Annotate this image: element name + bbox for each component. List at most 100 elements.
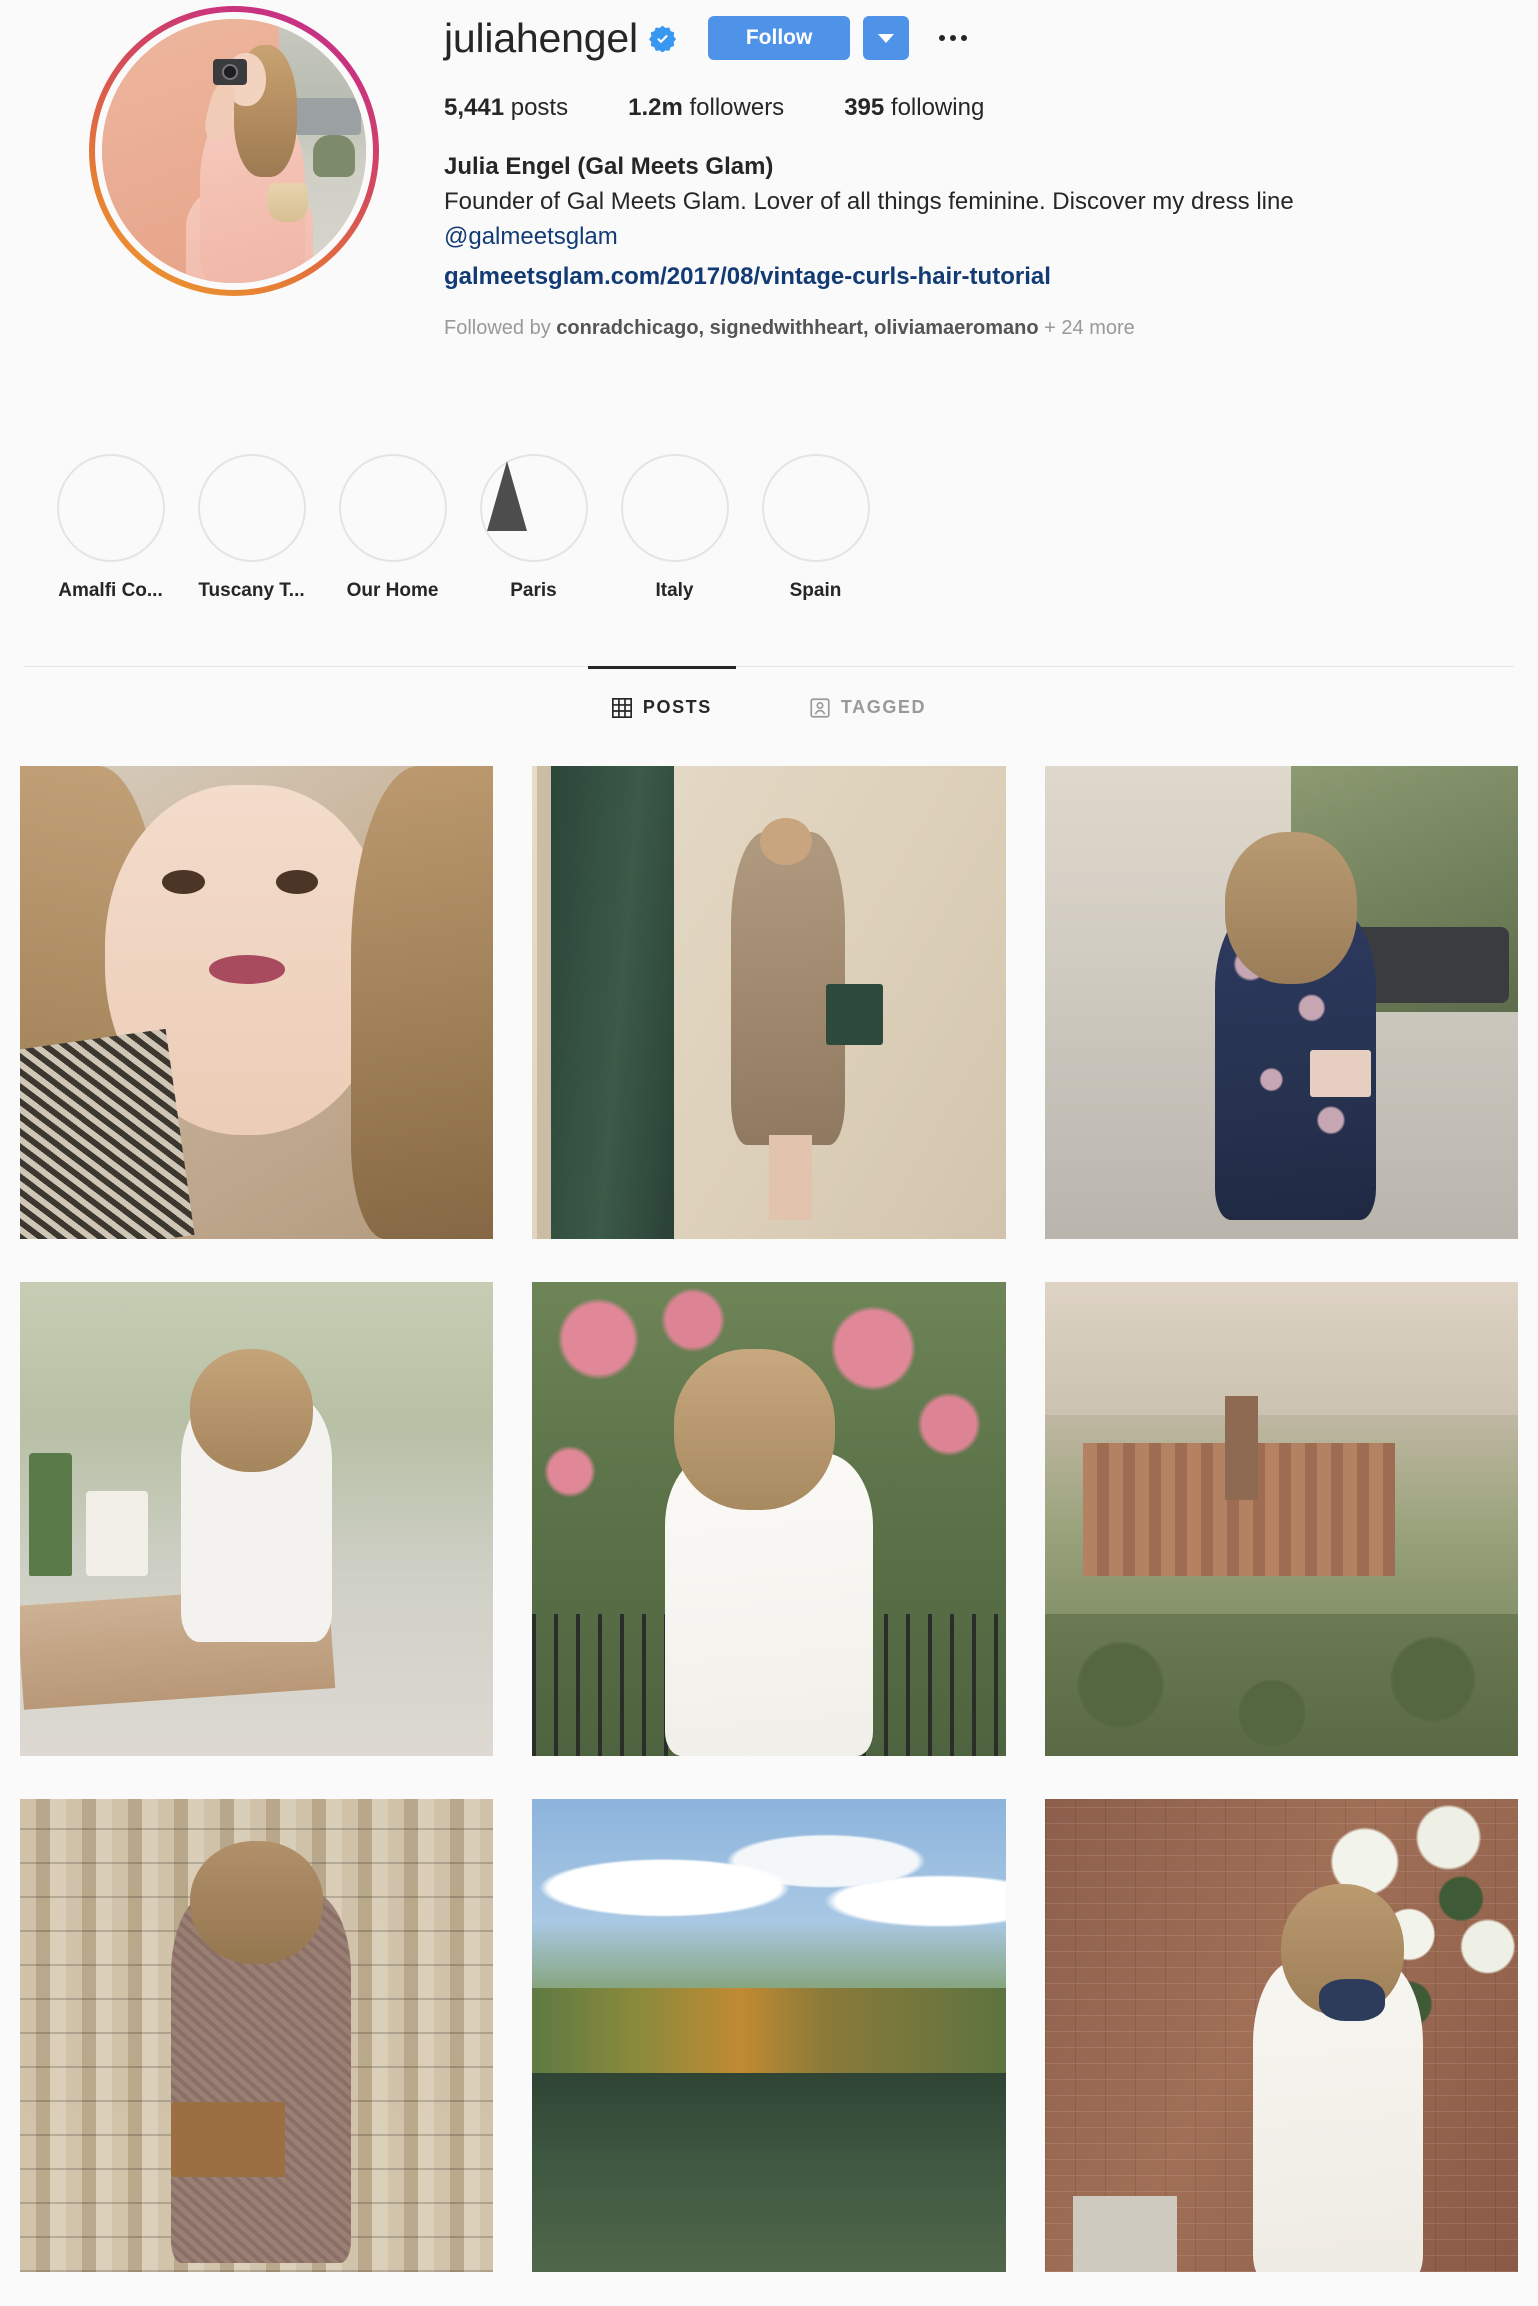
profile-info-column: juliahengel Follow 5,441 posts 1.2m foll… <box>444 0 1514 430</box>
highlight-label: Amalfi Co... <box>58 580 163 601</box>
highlight-ring <box>620 454 729 562</box>
post-image <box>532 1282 1006 1756</box>
post-thumbnail-7[interactable] <box>20 1798 494 2273</box>
avatar-art-basket-bag <box>268 182 308 223</box>
bio-mention-link[interactable]: @galmeetsglam <box>444 223 618 250</box>
avatar-art-bush <box>313 135 356 178</box>
stat-posts-label: posts <box>510 94 569 121</box>
art-hair-bow <box>1319 1978 1386 2022</box>
profile-tabs-bar: POSTS TAGGED <box>24 666 1514 762</box>
art-handbag <box>825 983 883 1046</box>
post-thumbnail-3[interactable] <box>1044 766 1518 1240</box>
story-highlights: Amalfi Co... Tuscany T... Our Home Paris <box>0 430 1538 602</box>
follow-button[interactable]: Follow <box>707 16 851 60</box>
more-options-button[interactable] <box>935 25 971 51</box>
stats-row: 5,441 posts 1.2m followers 395 following <box>444 94 1514 122</box>
highlight-ring <box>338 454 447 562</box>
art-clouds <box>532 1808 1006 1941</box>
website-link[interactable]: galmeetsglam.com/2017/08/vintage-curls-h… <box>444 260 1454 295</box>
more-options-icon-dot3 <box>961 35 968 41</box>
bio-description-text: Founder of Gal Meets Glam. Lover of all … <box>444 187 1294 215</box>
art-bottle <box>29 1452 73 1576</box>
grid-icon <box>611 697 632 718</box>
post-thumbnail-4[interactable] <box>20 1282 494 1756</box>
art-eye-right <box>275 870 319 894</box>
stat-following-value: 395 <box>844 94 885 121</box>
tab-posts-label: POSTS <box>642 697 712 717</box>
post-image <box>1044 766 1518 1240</box>
post-thumbnail-1[interactable] <box>20 766 494 1240</box>
post-image <box>532 766 1006 1240</box>
highlight-amalfi-coast[interactable]: Amalfi Co... <box>40 454 181 602</box>
highlight-ring <box>479 454 588 562</box>
followed-by-names[interactable]: conradchicago, signedwithheart, oliviama… <box>556 317 1038 339</box>
verified-badge-icon <box>648 25 676 52</box>
highlight-label: Spain <box>789 580 842 601</box>
highlight-paris[interactable]: Paris <box>463 454 604 602</box>
follow-options-dropdown-button[interactable] <box>863 16 910 60</box>
story-ring[interactable] <box>89 6 379 296</box>
avatar[interactable] <box>102 19 366 283</box>
avatar-column <box>24 0 444 430</box>
profile-tabs: POSTS TAGGED <box>24 667 1514 718</box>
highlight-label: Our Home <box>346 580 439 601</box>
chevron-down-icon <box>878 33 895 43</box>
highlight-spain[interactable]: Spain <box>745 454 886 602</box>
post-image <box>1044 1798 1518 2273</box>
avatar-art-camera-lens <box>222 63 238 80</box>
username-row: juliahengel Follow <box>444 10 1514 66</box>
post-image <box>532 1798 1006 2273</box>
stat-following[interactable]: 395 following <box>844 94 984 122</box>
more-options-icon-dot2 <box>950 35 957 41</box>
highlight-label: Italy <box>655 580 694 601</box>
art-person-legs <box>768 1135 812 1221</box>
tab-posts[interactable]: POSTS <box>611 697 712 718</box>
art-hair <box>190 1348 314 1472</box>
avatar-art-car <box>286 98 361 136</box>
stat-following-label: following <box>890 94 985 121</box>
avatar-inner <box>95 12 373 290</box>
art-hair <box>1224 832 1358 984</box>
post-thumbnail-5[interactable] <box>532 1282 1006 1756</box>
bio-description: Founder of Gal Meets Glam. Lover of all … <box>444 185 1454 255</box>
stat-followers[interactable]: 1.2m followers <box>628 94 784 122</box>
art-olive-grove <box>1044 1613 1518 1756</box>
art-tower <box>1224 1395 1258 1501</box>
profile-header: juliahengel Follow 5,441 posts 1.2m foll… <box>0 0 1538 430</box>
post-image <box>20 766 494 1240</box>
art-lips <box>209 955 286 984</box>
art-houndstooth-coat <box>20 1028 195 1240</box>
art-autumn-foliage <box>532 1988 1006 2074</box>
art-cup <box>86 1490 148 1576</box>
highlight-our-home[interactable]: Our Home <box>322 454 463 602</box>
bio-block: Julia Engel (Gal Meets Glam) Founder of … <box>444 150 1454 295</box>
post-thumbnail-2[interactable] <box>532 766 1006 1240</box>
art-eye-left <box>161 870 205 894</box>
highlight-ring <box>761 454 870 562</box>
stat-followers-value: 1.2m <box>628 94 683 121</box>
instagram-profile-page: juliahengel Follow 5,441 posts 1.2m foll… <box>0 0 1538 2306</box>
art-sky <box>1044 1282 1518 1415</box>
tab-tagged-label: TAGGED <box>840 697 927 717</box>
post-thumbnail-6[interactable] <box>1044 1282 1518 1756</box>
post-image <box>1044 1282 1518 1756</box>
post-image <box>20 1282 494 1756</box>
stat-posts-value: 5,441 <box>444 94 505 121</box>
followed-by-suffix[interactable]: + 24 more <box>1039 317 1135 339</box>
followed-by: Followed by conradchicago, signedwithhea… <box>444 317 1514 340</box>
post-thumbnail-8[interactable] <box>532 1798 1006 2273</box>
highlight-tuscany[interactable]: Tuscany T... <box>181 454 322 602</box>
post-image <box>20 1798 494 2273</box>
art-planter <box>1073 2196 1178 2273</box>
person-tag-icon <box>810 697 830 718</box>
art-hair <box>674 1348 836 1510</box>
stat-followers-label: followers <box>689 94 785 121</box>
art-lake-reflection <box>532 2073 1006 2273</box>
more-options-icon <box>939 35 946 41</box>
highlight-label: Paris <box>510 580 557 601</box>
tab-tagged[interactable]: TAGGED <box>810 697 926 718</box>
post-thumbnail-9[interactable] <box>1044 1798 1518 2273</box>
username: juliahengel <box>444 14 638 61</box>
highlight-label: Tuscany T... <box>198 580 305 601</box>
highlight-italy[interactable]: Italy <box>604 454 745 602</box>
